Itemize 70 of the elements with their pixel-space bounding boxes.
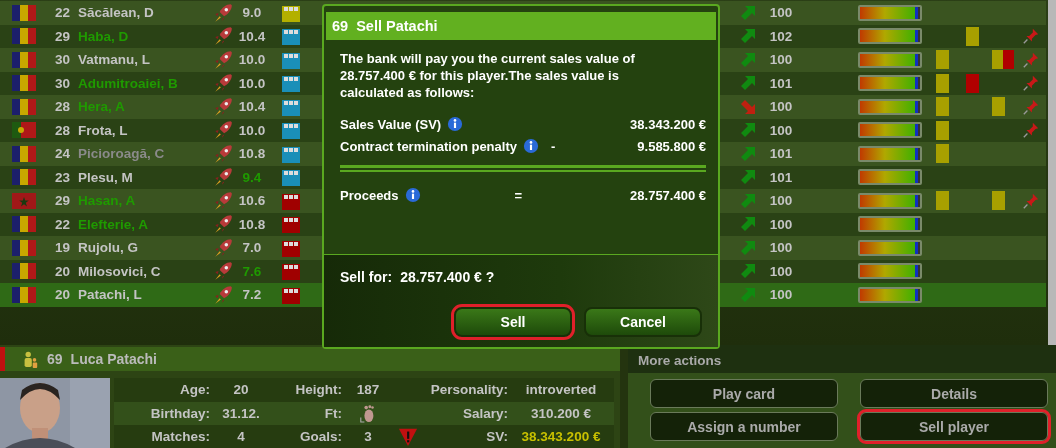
player-name: Luca Patachi <box>70 351 157 367</box>
field-value: 31.12. <box>222 405 260 421</box>
shirt-number: 28 <box>53 122 71 138</box>
player-number: 69 <box>47 351 63 367</box>
value: 100 <box>768 193 794 209</box>
line-label: Proceeds <box>340 187 399 203</box>
field-label: Goals: <box>299 429 342 445</box>
line-label: Sales Value (SV) <box>340 116 442 132</box>
operator: - <box>550 138 556 154</box>
field-value: 20 <box>233 382 249 398</box>
shirt-number: 20 <box>53 287 71 303</box>
field-value: 187 <box>356 382 380 398</box>
field-value: 3 <box>364 429 372 445</box>
rating: 9.4 <box>241 169 263 185</box>
rating: 10.8 <box>237 216 267 232</box>
field-label: Matches: <box>150 429 210 445</box>
panel-title: More actions <box>638 353 722 368</box>
shirt-number: 23 <box>53 169 71 185</box>
field-label: Age: <box>179 382 210 398</box>
dialog-title: 69 Sell Patachi <box>326 12 716 40</box>
field-label: Personality: <box>429 382 508 398</box>
shirt-number: 30 <box>53 75 71 91</box>
shirt-number: 22 <box>53 216 71 232</box>
rating: 7.2 <box>241 287 263 303</box>
shirt-number: 28 <box>53 99 71 115</box>
question-value: 28.757.400 € ? <box>400 269 495 285</box>
shirt-number: 30 <box>53 52 71 68</box>
field-label: Height: <box>294 382 342 398</box>
field-value: 38.343.200 € <box>521 429 601 445</box>
value: 100 <box>768 263 794 279</box>
value: 100 <box>768 52 794 68</box>
operator: = <box>514 187 523 203</box>
shirt-number: 19 <box>53 240 71 256</box>
rating: 7.6 <box>241 263 263 279</box>
value: 100 <box>768 99 794 115</box>
value: 100 <box>768 5 794 21</box>
value: 102 <box>768 28 794 44</box>
line-amount: 38.343.200 € <box>630 116 706 132</box>
rating: 10.6 <box>237 193 267 209</box>
shirt-number: 29 <box>53 193 71 209</box>
rating: 10.0 <box>237 52 267 68</box>
field-label: Ft: <box>323 405 342 421</box>
rating: 7.0 <box>241 240 263 256</box>
rating: 10.4 <box>237 99 267 115</box>
field-label: Salary: <box>461 405 508 421</box>
field-label: Birthday: <box>149 405 210 421</box>
line-amount: 9.585.800 € <box>637 138 706 154</box>
value: 101 <box>768 146 794 162</box>
value: 100 <box>768 287 794 303</box>
value: 100 <box>768 240 794 256</box>
field-value: introverted <box>525 382 597 398</box>
question-label: Sell for: <box>340 269 393 285</box>
field-label: SV: <box>485 429 508 445</box>
field-value: 4 <box>237 429 245 445</box>
value: 101 <box>768 75 794 91</box>
value: 101 <box>768 169 794 185</box>
shirt-number: 22 <box>53 5 71 21</box>
field-value: 310.200 € <box>530 405 592 421</box>
rating: 9.0 <box>241 5 263 21</box>
rating: 10.0 <box>237 122 267 138</box>
shirt-number: 24 <box>53 146 71 162</box>
value: 100 <box>768 216 794 232</box>
rating: 10.0 <box>237 75 267 91</box>
line-label: Contract termination penalty <box>340 138 517 154</box>
value: 100 <box>768 122 794 138</box>
line-amount: 28.757.400 € <box>630 187 706 203</box>
shirt-number: 20 <box>53 263 71 279</box>
shirt-number: 29 <box>53 28 71 44</box>
rating: 10.8 <box>237 146 267 162</box>
rating: 10.4 <box>237 28 267 44</box>
